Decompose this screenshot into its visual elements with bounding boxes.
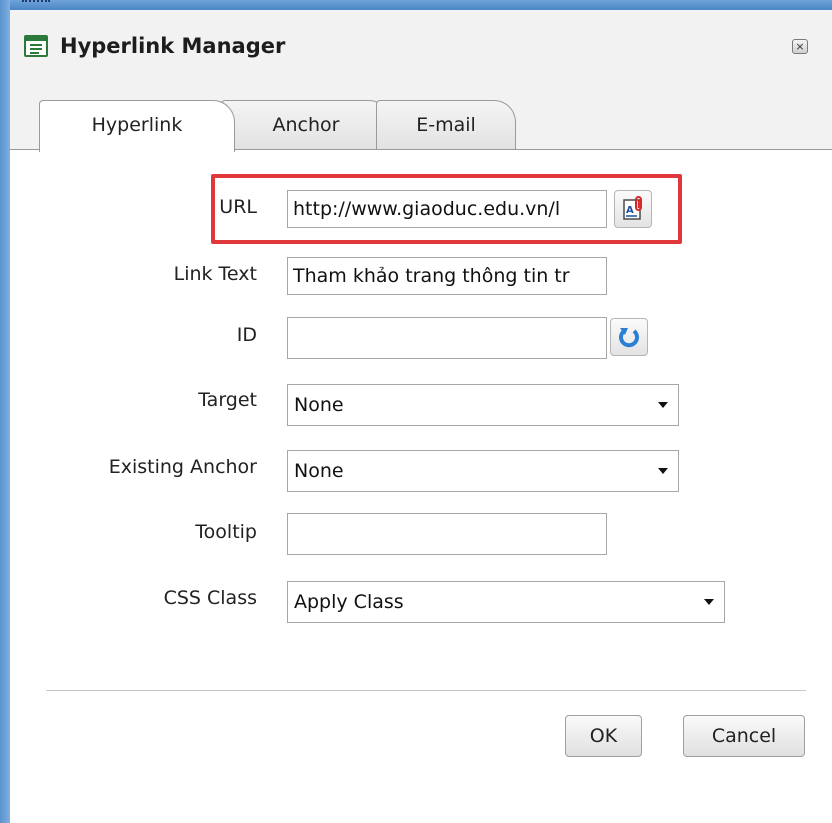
close-icon: × bbox=[795, 40, 805, 53]
target-label: Target bbox=[198, 389, 257, 411]
dialog-titlebar[interactable]: Hyperlink Manager × bbox=[10, 10, 832, 80]
tab-email[interactable]: E-mail bbox=[376, 100, 516, 150]
refresh-id-button[interactable] bbox=[610, 318, 648, 356]
document-manager-button[interactable]: A bbox=[614, 190, 652, 228]
dialog-title: Hyperlink Manager bbox=[60, 34, 286, 58]
hyperlink-manager-dialog: Hyperlink Manager × Hyperlink Anchor E-m… bbox=[10, 10, 832, 823]
svg-text:A: A bbox=[626, 205, 634, 216]
close-button[interactable]: × bbox=[792, 39, 808, 54]
css-class-label: CSS Class bbox=[163, 587, 257, 609]
window-grip[interactable] bbox=[22, 0, 50, 6]
cancel-button[interactable]: Cancel bbox=[683, 715, 805, 757]
chevron-down-icon bbox=[658, 402, 668, 408]
tab-email-label: E-mail bbox=[416, 114, 476, 136]
css-class-select-value: Apply Class bbox=[294, 591, 404, 613]
chevron-down-icon bbox=[658, 468, 668, 474]
hyperlink-tab-panel: URL http://www.giaoduc.edu.vn/l A Link T… bbox=[10, 150, 832, 823]
css-class-select[interactable]: Apply Class bbox=[287, 581, 725, 623]
footer-separator bbox=[46, 690, 806, 691]
target-select-value: None bbox=[294, 394, 344, 416]
chevron-down-icon bbox=[704, 599, 714, 605]
link-text-field[interactable]: Tham khảo trang thông tin tr bbox=[287, 257, 607, 295]
existing-anchor-select-value: None bbox=[294, 460, 344, 482]
link-text-label: Link Text bbox=[173, 263, 257, 285]
tab-hyperlink[interactable]: Hyperlink bbox=[39, 100, 235, 152]
existing-anchor-label: Existing Anchor bbox=[108, 456, 257, 478]
window-top-border bbox=[0, 0, 832, 10]
tab-anchor-label: Anchor bbox=[272, 114, 340, 136]
tooltip-field[interactable] bbox=[287, 513, 607, 555]
hyperlink-manager-icon bbox=[24, 35, 48, 57]
tooltip-label: Tooltip bbox=[195, 521, 257, 543]
tab-hyperlink-label: Hyperlink bbox=[91, 114, 183, 136]
document-manager-icon: A bbox=[623, 196, 642, 220]
tab-strip: Hyperlink Anchor E-mail bbox=[10, 80, 832, 152]
id-label: ID bbox=[236, 324, 257, 346]
target-select[interactable]: None bbox=[287, 384, 679, 426]
tab-anchor[interactable]: Anchor bbox=[221, 100, 391, 150]
ok-button[interactable]: OK bbox=[565, 715, 642, 757]
window-left-border bbox=[0, 0, 10, 823]
ok-button-label: OK bbox=[589, 725, 618, 747]
url-field[interactable]: http://www.giaoduc.edu.vn/l bbox=[287, 190, 607, 228]
refresh-icon bbox=[619, 328, 639, 348]
cancel-button-label: Cancel bbox=[711, 725, 777, 747]
url-label: URL bbox=[219, 196, 257, 218]
existing-anchor-select[interactable]: None bbox=[287, 450, 679, 492]
id-field[interactable] bbox=[287, 317, 607, 359]
